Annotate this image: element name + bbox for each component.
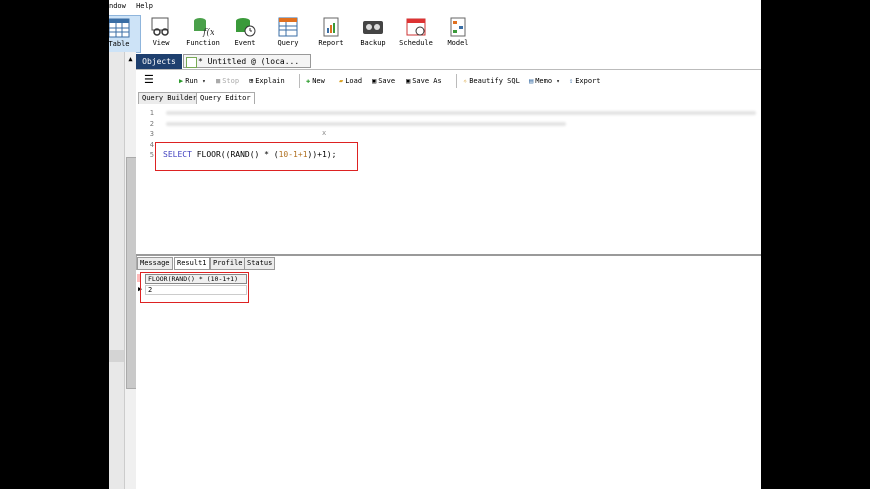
line-numbers: 1 2 3 4 5 — [136, 108, 154, 161]
save-icon: ▣ — [372, 77, 377, 85]
new-label: New — [312, 77, 325, 85]
event-label: Event — [234, 39, 256, 47]
schedule-label: Schedule — [399, 39, 433, 47]
function-icon: f(x) — [192, 17, 219, 38]
model-label: Model — [447, 39, 469, 47]
pane-splitter[interactable] — [136, 254, 761, 256]
table-button[interactable]: Table — [109, 15, 141, 53]
save-label: Save — [378, 77, 396, 85]
tab-result1[interactable]: Result1 — [174, 257, 210, 270]
report-label: Report — [318, 39, 344, 47]
export-button[interactable]: ⇪ Export — [569, 75, 601, 87]
tab-status[interactable]: Status — [244, 257, 276, 270]
scroll-up-arrow-icon[interactable]: ▲ — [125, 54, 136, 64]
explain-button[interactable]: ⊞ Explain — [249, 75, 285, 87]
toolbar-separator — [456, 74, 457, 88]
view-icon — [150, 17, 172, 37]
tab-profile[interactable]: Profile — [210, 257, 246, 270]
save-as-label: Save As — [412, 77, 442, 85]
backup-button[interactable]: Backup — [352, 15, 394, 51]
result-tabs: Message Result1 Profile Status — [136, 257, 761, 270]
view-label: View — [152, 39, 170, 47]
sidebar-selection — [109, 350, 124, 362]
report-button[interactable]: Report — [310, 15, 352, 51]
query-icon — [277, 17, 299, 37]
query-tab-icon — [186, 57, 197, 68]
tab-untitled-query[interactable]: * Untitled @ (loca... — [183, 54, 311, 68]
stop-label: Stop — [222, 77, 240, 85]
function-label: Function — [186, 39, 220, 47]
menu-help[interactable]: Help — [136, 2, 153, 10]
run-label: Run — [185, 77, 198, 85]
beautify-sql-button[interactable]: ✧ Beautify SQL — [463, 75, 520, 87]
sidebar-scrollbar[interactable]: ▲ — [124, 52, 137, 489]
memo-dropdown-icon: ▾ — [556, 78, 560, 85]
highlight-box-query — [155, 142, 358, 171]
hamburger-menu-icon[interactable]: ☰ — [144, 74, 154, 87]
backup-label: Backup — [360, 39, 386, 47]
memo-button[interactable]: ▤ Memo ▾ — [529, 75, 560, 87]
line-number: 4 — [149, 140, 154, 149]
save-as-button[interactable]: ▣ Save As — [406, 75, 442, 87]
tab-message[interactable]: Message — [137, 257, 173, 270]
event-icon — [234, 17, 256, 37]
load-icon: ▰ — [339, 77, 344, 85]
table-label: Table — [109, 40, 130, 48]
new-icon: ✚ — [306, 77, 311, 85]
line-number: 2 — [149, 119, 154, 128]
report-icon — [320, 17, 342, 37]
menu-bar: ndow Help — [109, 0, 761, 13]
new-button[interactable]: ✚ New — [306, 75, 325, 87]
blurred-comment-line — [166, 122, 566, 126]
mouse-cursor: x — [322, 129, 327, 137]
function-button[interactable]: f(x) Function — [182, 15, 224, 51]
stop-button[interactable]: ■ Stop — [216, 75, 239, 87]
schedule-icon — [405, 17, 427, 37]
query-label: Query — [277, 39, 299, 47]
save-as-icon: ▣ — [406, 77, 411, 85]
app-window: ndow Help Table View f(x) Function Even — [109, 0, 761, 489]
memo-label: Memo — [535, 77, 553, 85]
menu-window[interactable]: ndow — [109, 2, 126, 10]
line-number: 3 — [149, 130, 154, 138]
tab-untitled-label: * Untitled @ (loca... — [198, 57, 300, 66]
model-button[interactable]: Model — [437, 15, 479, 51]
beautify-label: Beautify SQL — [469, 77, 520, 85]
schedule-button[interactable]: Schedule — [395, 15, 437, 51]
run-dropdown-icon: ▾ — [202, 78, 206, 85]
explain-icon: ⊞ — [249, 77, 254, 85]
event-button[interactable]: Event — [224, 15, 266, 51]
memo-icon: ▤ — [529, 77, 534, 85]
highlight-box-result — [140, 272, 249, 303]
run-button[interactable]: ▶ Run ▾ — [179, 75, 206, 87]
blurred-comment-line — [166, 111, 756, 115]
result-grid[interactable]: FLOOR(RAND() * (10-1+1) ▶ 2 — [136, 270, 761, 489]
beautify-icon: ✧ — [463, 77, 468, 85]
tab-objects[interactable]: Objects — [136, 54, 182, 69]
run-icon: ▶ — [179, 77, 184, 85]
load-label: Load — [345, 77, 363, 85]
explain-label: Explain — [255, 77, 285, 85]
toolbar-separator — [299, 74, 300, 88]
svg-text:f(x): f(x) — [202, 27, 214, 37]
line-number: 1 — [149, 109, 154, 117]
table-icon — [109, 18, 130, 38]
stop-icon: ■ — [216, 77, 221, 85]
query-button[interactable]: Query — [267, 15, 309, 51]
line-number: 5 — [149, 151, 154, 159]
export-label: Export — [575, 77, 601, 85]
query-toolbar: ☰ ▶ Run ▾ ■ Stop ⊞ Explain ✚ New ▰ Load ▣ Save… — [136, 71, 761, 91]
editor-subtabs: Query Builder Query Editor — [136, 92, 761, 105]
view-button[interactable]: View — [140, 15, 182, 51]
model-icon — [447, 17, 469, 37]
backup-icon — [362, 17, 384, 37]
tab-strip: Objects * Untitled @ (loca... — [136, 53, 761, 70]
main-toolbar: Table View f(x) Function Event Query — [109, 13, 761, 53]
sql-editor[interactable]: 1 2 3 4 5 x SELECT FLOOR((RAND() * (10-1… — [136, 104, 761, 254]
export-icon: ⇪ — [569, 77, 574, 85]
load-button[interactable]: ▰ Load — [339, 75, 362, 87]
save-button[interactable]: ▣ Save — [372, 75, 395, 87]
